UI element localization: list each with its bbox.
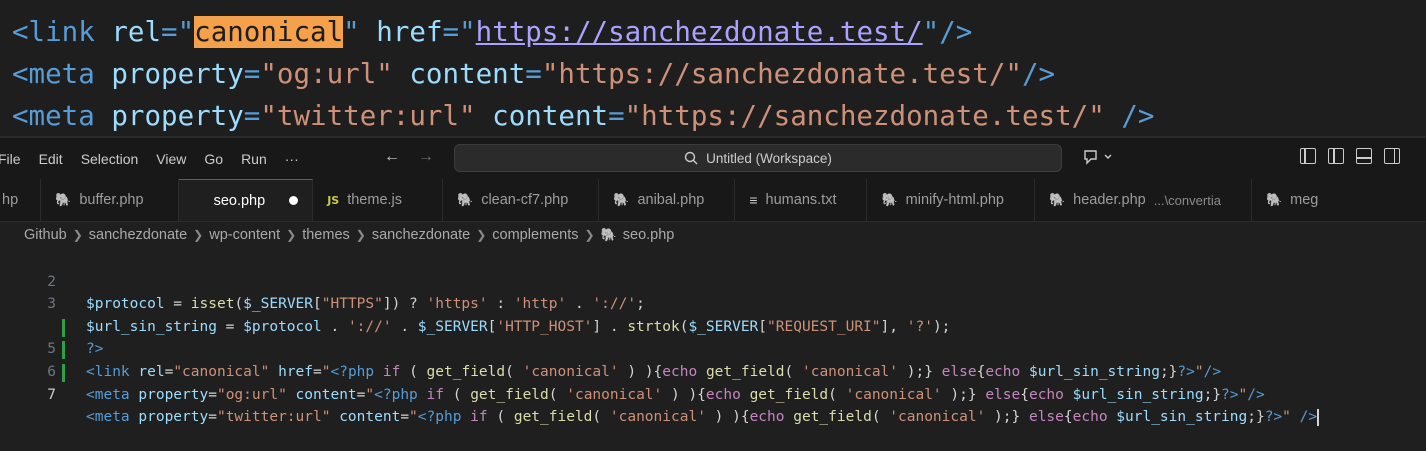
title-bar: File Edit Selection View Go Run ··· ← → … bbox=[0, 136, 1426, 179]
toggle-sidebar-icon[interactable] bbox=[1328, 148, 1344, 164]
php-file-icon: 🐘 bbox=[1048, 192, 1066, 207]
tab-seo-php[interactable]: seo.php bbox=[178, 179, 314, 221]
chevron-right-icon: ❯ bbox=[286, 228, 297, 242]
url-link[interactable]: https://sanchezdonate.test/ bbox=[476, 16, 923, 48]
code-line: 7 <meta property="twitter:url" content="… bbox=[0, 361, 1426, 426]
tab-humans-txt[interactable]: ≡ humans.txt bbox=[735, 179, 868, 221]
copilot-icon[interactable] bbox=[1083, 148, 1113, 171]
unsaved-dot-icon[interactable] bbox=[289, 196, 299, 205]
breadcrumb: Github ❯ sanchezdonate ❯ wp-content ❯ theme… bbox=[0, 222, 1426, 248]
preview-line-1: <link rel="canonical" href="https://sanc… bbox=[12, 16, 973, 48]
code-line: ?> bbox=[86, 341, 104, 358]
php-file-icon: 🐘 bbox=[600, 227, 617, 242]
toggle-panel-icon[interactable] bbox=[1356, 148, 1372, 164]
preview-line-2: <meta property="og:url" content="https:/… bbox=[12, 58, 1056, 90]
tab-buffer-php[interactable]: 🐘 buffer.php bbox=[41, 179, 179, 221]
js-file-icon: JS bbox=[327, 193, 340, 207]
back-arrow-icon[interactable]: ← bbox=[384, 148, 400, 166]
code-line: 3 $url_sin_string = $protocol . '://' . … bbox=[0, 271, 1426, 335]
breadcrumb-themes[interactable]: themes bbox=[302, 227, 350, 243]
chevron-right-icon: ❯ bbox=[72, 228, 83, 242]
tab-clean-cf7-php[interactable]: 🐘 clean-cf7.php bbox=[443, 179, 600, 221]
command-center-search[interactable]: Untitled (Workspace) bbox=[454, 144, 1062, 172]
customize-layout-icon[interactable] bbox=[1300, 148, 1316, 164]
menu-edit[interactable]: Edit bbox=[30, 151, 72, 167]
breadcrumb-seo-php[interactable]: seo.php bbox=[623, 227, 675, 243]
chevron-right-icon: ❯ bbox=[476, 228, 487, 242]
line-number: 7 bbox=[47, 386, 56, 403]
layout-controls bbox=[1300, 148, 1400, 164]
menu-view[interactable]: View bbox=[147, 151, 195, 167]
tab-hp[interactable]: hp bbox=[0, 179, 42, 221]
code-line: 6 <meta property="og:url" content="<?php… bbox=[0, 338, 1426, 403]
code-editor[interactable]: 2 $protocol = isset($_SERVER["HTTPS"]) ?… bbox=[0, 248, 1426, 426]
nav-arrows: ← → bbox=[384, 148, 434, 166]
menu-more[interactable]: ··· bbox=[276, 151, 308, 167]
menu-file[interactable]: File bbox=[0, 151, 30, 167]
search-highlight: canonical bbox=[194, 16, 344, 48]
code-preview: <link rel="canonical" href="https://sanc… bbox=[0, 0, 1426, 136]
menu-selection[interactable]: Selection bbox=[72, 151, 148, 167]
tab-theme-js[interactable]: JS theme.js bbox=[313, 179, 444, 221]
search-icon bbox=[684, 151, 698, 165]
git-added-marker[interactable] bbox=[62, 318, 65, 337]
text-cursor bbox=[1317, 408, 1320, 426]
search-text: Untitled (Workspace) bbox=[706, 150, 832, 166]
chevron-right-icon: ❯ bbox=[584, 228, 595, 242]
tab-minify-html-php[interactable]: 🐘 minify-html.php bbox=[867, 179, 1035, 221]
tab-meg[interactable]: 🐘 meg bbox=[1252, 179, 1332, 221]
git-added-marker[interactable] bbox=[62, 341, 65, 360]
menu-bar: File Edit Selection View Go Run ··· bbox=[0, 138, 308, 179]
chevron-right-icon: ❯ bbox=[193, 228, 204, 242]
breadcrumb-github[interactable]: Github bbox=[24, 227, 67, 243]
menu-run[interactable]: Run bbox=[232, 151, 276, 167]
breadcrumb-sanchezdonate[interactable]: sanchezdonate bbox=[89, 227, 187, 243]
git-added-marker[interactable] bbox=[62, 363, 65, 382]
breadcrumb-sanchezdonate-theme[interactable]: sanchezdonate bbox=[372, 227, 470, 243]
editor-tabs: hp 🐘 buffer.php seo.php JS theme.js 🐘 clean… bbox=[0, 179, 1426, 222]
code-line: 2 $protocol = isset($_SERVER["HTTPS"]) ?… bbox=[0, 248, 1426, 313]
php-file-icon: 🐘 bbox=[881, 192, 898, 207]
breadcrumb-wp-content[interactable]: wp-content bbox=[209, 227, 280, 243]
forward-arrow-icon[interactable]: → bbox=[418, 148, 434, 166]
php-file-icon: 🐘 bbox=[1265, 192, 1283, 207]
breadcrumb-complements[interactable]: complements bbox=[492, 227, 578, 243]
tab-anibal-php[interactable]: 🐘 anibal.php bbox=[599, 179, 736, 221]
chevron-right-icon: ❯ bbox=[355, 228, 366, 242]
text-file-icon: ≡ bbox=[749, 192, 758, 208]
tab-header-php[interactable]: 🐘 header.php ...\convertia bbox=[1035, 179, 1252, 221]
menu-go[interactable]: Go bbox=[195, 151, 232, 167]
code-line: 5 <link rel="canonical" href="<?php if (… bbox=[0, 316, 1426, 380]
php-file-icon: 🐘 bbox=[55, 192, 72, 207]
toggle-secondary-sidebar-icon[interactable] bbox=[1384, 148, 1400, 164]
php-file-icon: 🐘 bbox=[613, 192, 630, 207]
preview-line-3: <meta property="twitter:url" content="ht… bbox=[12, 100, 1155, 132]
php-file-icon: 🐘 bbox=[457, 192, 474, 207]
